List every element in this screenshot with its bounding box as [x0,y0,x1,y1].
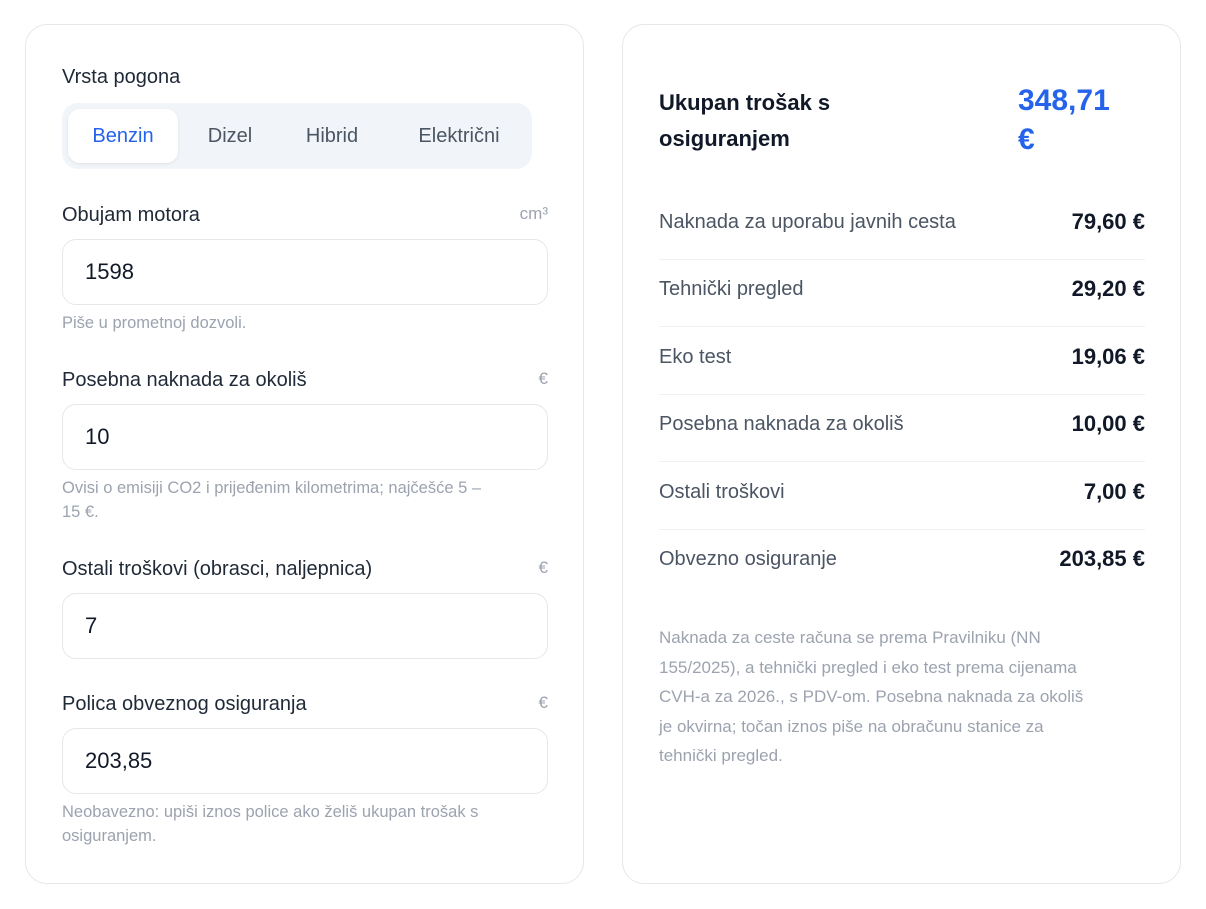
drive-type-option-elektricni[interactable]: Električni [392,109,526,163]
other-costs-unit: € [538,558,548,577]
engine-displacement-hint: Piše u prometnoj dozvoli. [62,314,247,332]
summary-footnote-line: je okvirna; točan iznos piše na obračunu… [659,716,1044,736]
insurance-hint: Neobavezno: upiši iznos police ako želiš… [62,800,552,848]
summary-row: Obvezno osiguranje 203,85 € [659,530,1145,597]
env-fee-hint: Ovisi o emisiji CO2 i prijeđenim kilomet… [62,476,552,524]
env-fee-unit: € [538,369,548,388]
summary-row-label: Posebna naknada za okoliš [659,413,904,435]
insurance-hint-line: osiguranjem. [62,827,157,845]
summary-footnote-line: CVH-a za 2026., s PDV-om. Posebna naknad… [659,687,1084,706]
calculator-form-card: Vrsta pogona Benzin Dizel Hibrid Elektri… [25,24,584,884]
summary-row-value: 19,06 € [1071,344,1145,369]
total-cost-label-line: osiguranjem [659,126,790,151]
summary-row: Posebna naknada za okoliš 10,00 € [659,395,1145,462]
engine-displacement-label: Obujam motora [62,204,200,226]
total-cost-value: 348,71 € [1018,81,1138,159]
insurance-input[interactable]: 203,85 [62,728,548,794]
summary-row-label: Naknada za uporabu javnih cesta [659,211,956,233]
other-costs-label: Ostali troškovi (obrasci, naljepnica) [62,558,373,580]
summary-row: Tehnički pregled 29,20 € [659,260,1145,327]
summary-row-value: 203,85 € [1059,546,1145,571]
total-cost-label: Ukupan trošak s osiguranjem [659,85,889,157]
total-cost-label-line: Ukupan trošak s [659,90,831,115]
summary-row-value: 29,20 € [1071,276,1145,301]
engine-displacement-unit: cm³ [519,204,548,223]
other-costs-input[interactable]: 7 [62,593,548,659]
drive-type-option-hibrid[interactable]: Hibrid [284,109,380,163]
insurance-unit: € [538,693,548,712]
summary-row-value: 7,00 € [1083,479,1145,504]
summary-row-label: Obvezno osiguranje [659,548,837,570]
summary-footnote-line: 155/2025), a tehnički pregled i eko test… [659,657,1077,677]
summary-row: Ostali troškovi 7,00 € [659,463,1145,530]
env-fee-hint-line: 15 €. [62,503,99,521]
drive-type-selector: Benzin Dizel Hibrid Električni [62,103,532,169]
drive-type-option-dizel[interactable]: Dizel [182,109,278,163]
total-cost-currency: € [1018,123,1035,156]
summary-row-label: Tehnički pregled [659,278,804,300]
insurance-hint-line: Neobavezno: upiši iznos police ako želiš… [62,803,479,821]
env-fee-hint-line: Ovisi o emisiji CO2 i prijeđenim kilomet… [62,479,482,497]
summary-row-value: 79,60 € [1071,209,1145,234]
summary-row-label: Ostali troškovi [659,481,785,503]
env-fee-input[interactable]: 10 [62,404,548,470]
summary-row-label: Eko test [659,346,732,368]
engine-displacement-input[interactable]: 1598 [62,239,548,305]
summary-footnote-line: Naknada za ceste računa se prema Praviln… [659,628,1041,647]
drive-type-label: Vrsta pogona [62,66,181,88]
cost-summary-card: Ukupan trošak s osiguranjem 348,71 € Nak… [622,24,1181,884]
summary-footnote: Naknada za ceste računa se prema Praviln… [659,623,1149,771]
insurance-label: Polica obveznog osiguranja [62,693,307,715]
drive-type-option-benzin[interactable]: Benzin [68,109,178,163]
summary-row: Naknada za uporabu javnih cesta 79,60 € [659,193,1145,260]
summary-row-value: 10,00 € [1071,411,1145,436]
summary-footnote-line: tehnički pregled. [659,746,783,765]
summary-row: Eko test 19,06 € [659,328,1145,395]
env-fee-label: Posebna naknada za okoliš [62,369,307,391]
total-cost-amount: 348,71 [1018,84,1110,117]
